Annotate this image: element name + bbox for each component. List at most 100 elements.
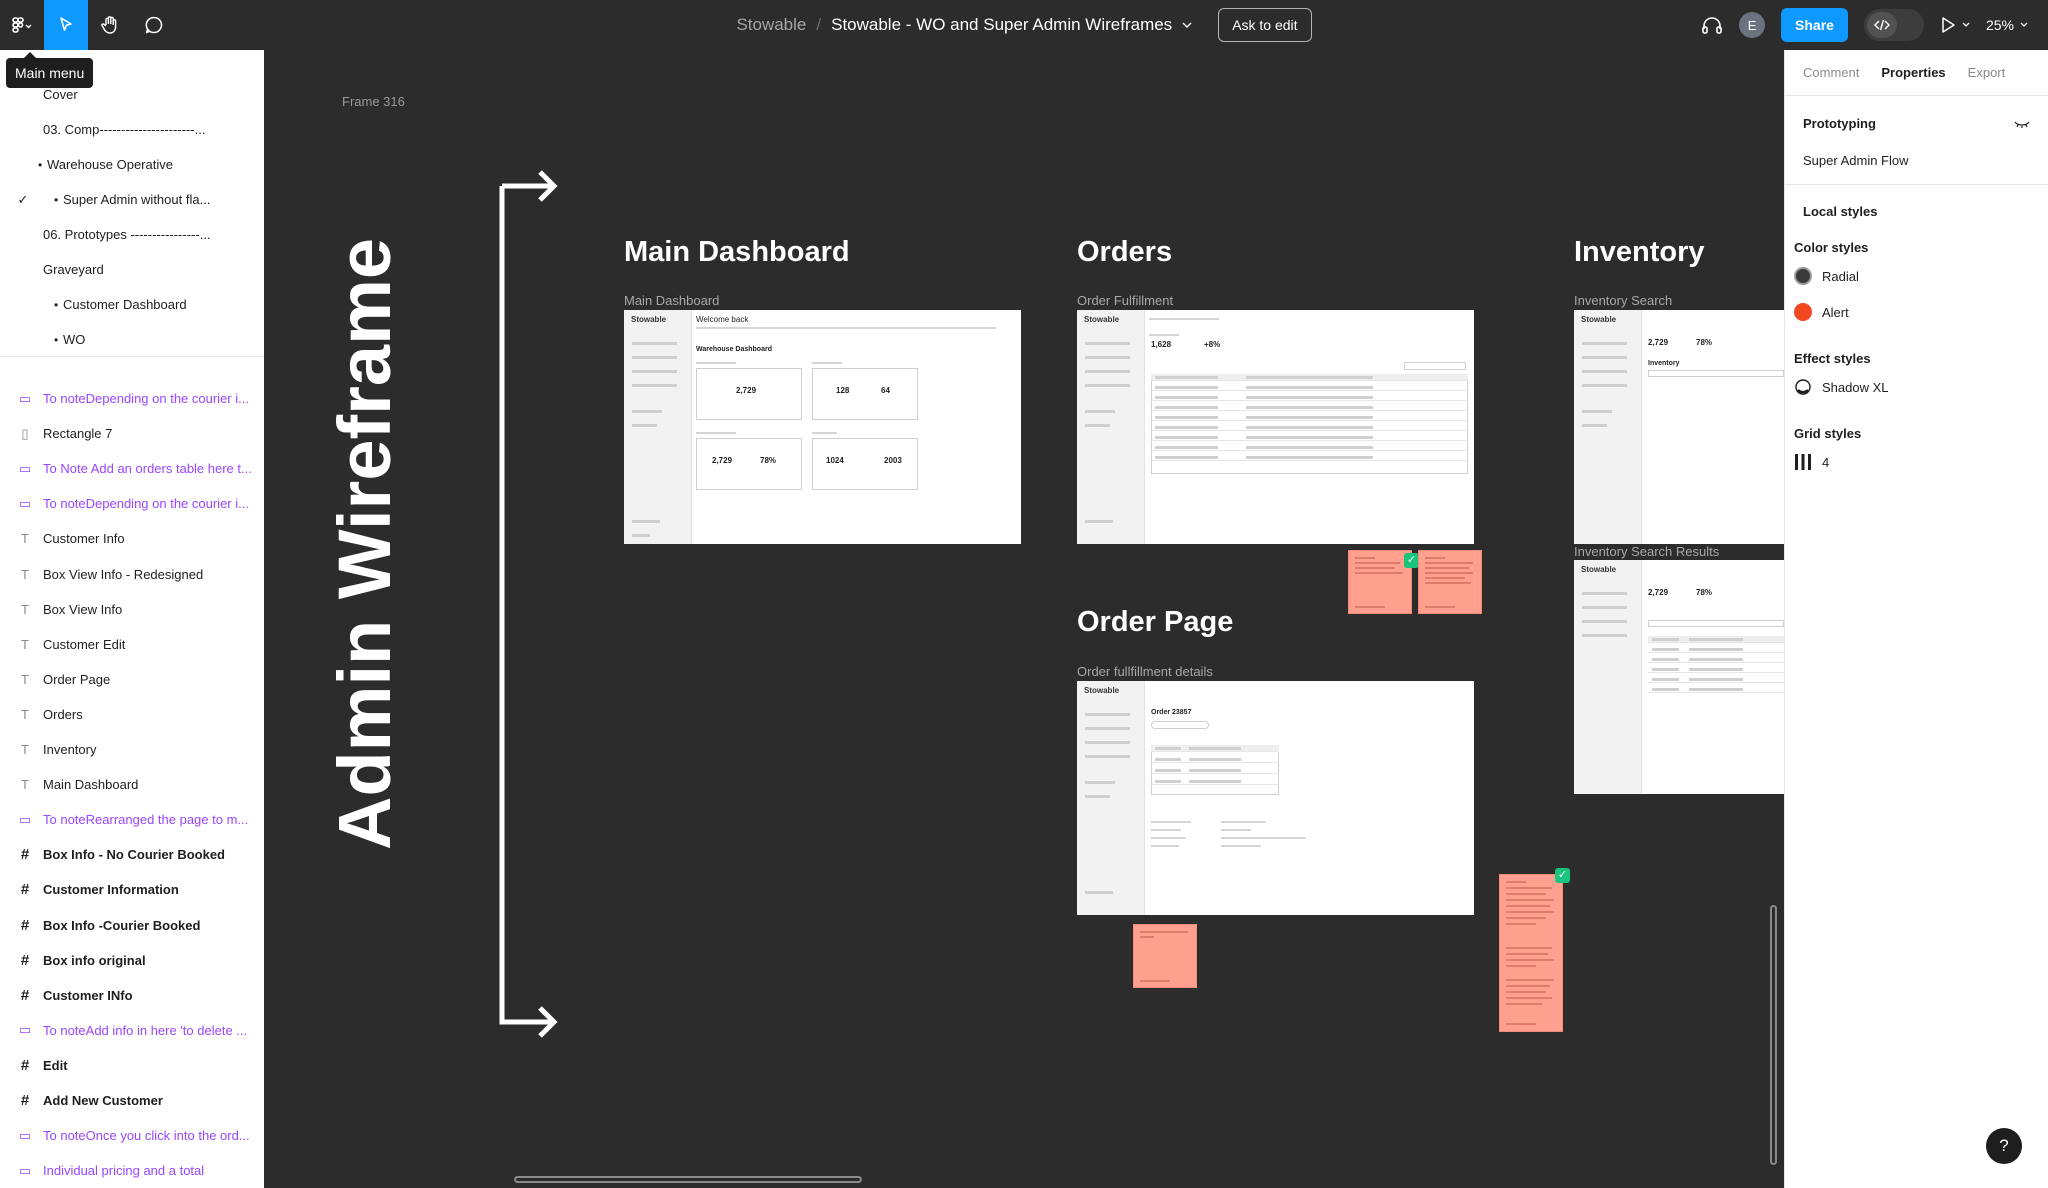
wf-nav-item bbox=[1582, 384, 1627, 387]
layer-item[interactable]: ▭ To noteDepending on the courier i... bbox=[0, 486, 264, 521]
wf-nav-item bbox=[1582, 410, 1612, 413]
frame-icon: # bbox=[20, 846, 30, 864]
frame-name[interactable]: Frame 316 bbox=[342, 94, 405, 109]
tab-export[interactable]: Export bbox=[1968, 65, 2006, 80]
layer-item[interactable]: # Box Info -Courier Booked bbox=[0, 908, 264, 943]
wf-logo: Stowable bbox=[1084, 686, 1120, 695]
zoom-control[interactable]: 25% bbox=[1986, 17, 2028, 33]
chevron-down-icon[interactable] bbox=[1182, 21, 1192, 29]
inventory-results-frame-label[interactable]: Inventory Search Results bbox=[1574, 544, 1719, 559]
wf-stat: 78% bbox=[1696, 588, 1713, 597]
layer-item[interactable]: ▭ To Note Add an orders table here t... bbox=[0, 451, 264, 486]
order-page-frame[interactable]: Stowable Order 23857 bbox=[1077, 681, 1474, 915]
wf-stat: 2,729 bbox=[1648, 588, 1669, 597]
layer-item-label: To noteOnce you click into the ord... bbox=[43, 1128, 250, 1144]
layer-item[interactable]: ▭ To noteOnce you click into the ord... bbox=[0, 1118, 264, 1153]
comment-tool[interactable] bbox=[132, 0, 176, 50]
order-page-frame-label[interactable]: Order fullfillment details bbox=[1077, 664, 1213, 679]
layer-item[interactable]: T Box View Info - Redesigned bbox=[0, 557, 264, 592]
present-button[interactable] bbox=[1940, 16, 1970, 34]
page-item[interactable]: Customer Dashboard • bbox=[0, 287, 264, 322]
layer-item[interactable]: # Add New Customer bbox=[0, 1083, 264, 1118]
effect-style-item[interactable]: Shadow XL bbox=[1794, 378, 2048, 396]
order-page-title: Order Page bbox=[1077, 606, 1234, 638]
page-item[interactable]: 06. Prototypes ----------------... bbox=[0, 217, 264, 252]
canvas[interactable]: Frame 316 Admin Wireframe Main Dashboard… bbox=[264, 50, 1784, 1188]
sticky-note[interactable] bbox=[1499, 874, 1563, 1032]
file-name[interactable]: Stowable - WO and Super Admin Wireframes bbox=[831, 15, 1172, 35]
ask-to-edit-button[interactable]: Ask to edit bbox=[1218, 8, 1312, 42]
hand-icon bbox=[101, 16, 117, 34]
grid-style-item[interactable]: 4 bbox=[1794, 453, 2048, 471]
flow-item[interactable]: Super Admin Flow bbox=[1803, 153, 2030, 168]
wf-search bbox=[1648, 370, 1784, 377]
avatar[interactable]: E bbox=[1739, 12, 1766, 38]
layer-item[interactable]: T Customer Info bbox=[0, 521, 264, 556]
team-name[interactable]: Stowable bbox=[736, 15, 806, 35]
layer-item[interactable]: # Box Info - No Courier Booked bbox=[0, 837, 264, 872]
page-item[interactable]: Graveyard bbox=[0, 252, 264, 287]
layer-item[interactable]: ▯ Rectangle 7 bbox=[0, 416, 264, 451]
sticky-note[interactable] bbox=[1418, 550, 1482, 614]
layer-item[interactable]: T Inventory bbox=[0, 732, 264, 767]
wf-line bbox=[1221, 829, 1251, 831]
wf-table-row bbox=[1151, 394, 1468, 401]
headphones-icon[interactable] bbox=[1701, 15, 1723, 35]
vertical-scrollbar[interactable] bbox=[1770, 905, 1777, 1165]
layer-item[interactable]: T Customer Edit bbox=[0, 627, 264, 662]
layer-item-label: Box View Info bbox=[43, 601, 123, 617]
main-menu-button[interactable] bbox=[0, 0, 44, 50]
page-item[interactable]: Warehouse Operative • bbox=[0, 147, 264, 182]
layer-item[interactable]: T Main Dashboard bbox=[0, 767, 264, 802]
layer-item[interactable]: ▭ To noteRearranged the page to m... bbox=[0, 802, 264, 837]
check-icon: ✓ bbox=[1555, 868, 1570, 883]
tab-comment[interactable]: Comment bbox=[1803, 65, 1859, 80]
orders-frame-label[interactable]: Order Fulfillment bbox=[1077, 293, 1173, 308]
checkmark-icon: ✓ bbox=[17, 191, 29, 207]
layer-item[interactable]: # Edit bbox=[0, 1048, 264, 1083]
layer-item[interactable]: ▭ To noteAdd info in here 'to delete ... bbox=[0, 1013, 264, 1048]
layer-item-label: To Note Add an orders table here t... bbox=[43, 461, 252, 477]
inventory-frame-label[interactable]: Inventory Search bbox=[1574, 293, 1672, 308]
properties-panel: Comment Properties Export Prototyping Su… bbox=[1784, 50, 2048, 1188]
inventory-search-frame[interactable]: Stowable 2,729 78% Inventory bbox=[1574, 310, 1784, 544]
wf-nav-item bbox=[1085, 410, 1115, 413]
sticky-note[interactable] bbox=[1133, 924, 1197, 988]
layer-item[interactable]: T Orders bbox=[0, 697, 264, 732]
layer-item[interactable]: T Order Page bbox=[0, 662, 264, 697]
layer-item[interactable]: T Box View Info bbox=[0, 592, 264, 627]
color-style-item[interactable]: Radial bbox=[1794, 267, 2048, 285]
page-item[interactable]: ✓ Super Admin without fla... • bbox=[0, 182, 264, 217]
horizontal-scrollbar[interactable] bbox=[514, 1176, 862, 1183]
layer-item[interactable]: # Customer Information bbox=[0, 872, 264, 907]
eye-closed-icon[interactable] bbox=[2014, 119, 2030, 129]
hand-tool[interactable] bbox=[88, 0, 132, 50]
wf-sidebar: Stowable bbox=[624, 310, 692, 544]
sticky-line bbox=[1355, 567, 1395, 569]
move-tool[interactable] bbox=[44, 0, 88, 50]
sticky-line bbox=[1506, 947, 1552, 949]
share-button[interactable]: Share bbox=[1781, 8, 1848, 42]
tab-properties[interactable]: Properties bbox=[1881, 65, 1945, 80]
main-dashboard-frame[interactable]: Stowable Welcome back Warehouse Dashboar… bbox=[624, 310, 1021, 544]
dev-mode-toggle[interactable] bbox=[1863, 9, 1924, 41]
page-item[interactable]: 03. Comp----------------------... bbox=[0, 112, 264, 147]
sticky-note[interactable] bbox=[1348, 550, 1412, 614]
layer-item[interactable]: # Box info original bbox=[0, 943, 264, 978]
main-dashboard-frame-label[interactable]: Main Dashboard bbox=[624, 293, 719, 308]
layer-item[interactable]: ▭ Individual pricing and a total bbox=[0, 1153, 264, 1188]
inventory-results-frame[interactable]: Stowable 2,729 78% bbox=[1574, 560, 1784, 794]
frame-icon: # bbox=[20, 916, 30, 934]
color-styles-heading: Color styles bbox=[1794, 240, 1869, 255]
page-item[interactable]: WO • bbox=[0, 322, 264, 357]
help-button[interactable]: ? bbox=[1986, 1128, 2022, 1164]
wf-line bbox=[696, 432, 736, 434]
effect-styles-heading: Effect styles bbox=[1794, 351, 1871, 366]
layer-item[interactable]: # Customer INfo bbox=[0, 978, 264, 1013]
layer-item[interactable]: ▭ To noteDepending on the courier i... bbox=[0, 381, 264, 416]
columns-grid-icon bbox=[1795, 454, 1811, 470]
color-style-item[interactable]: Alert bbox=[1794, 303, 2048, 321]
orders-title: Orders bbox=[1077, 236, 1173, 268]
wf-line bbox=[1149, 334, 1179, 336]
orders-frame[interactable]: Stowable 1,628 +8% bbox=[1077, 310, 1474, 544]
